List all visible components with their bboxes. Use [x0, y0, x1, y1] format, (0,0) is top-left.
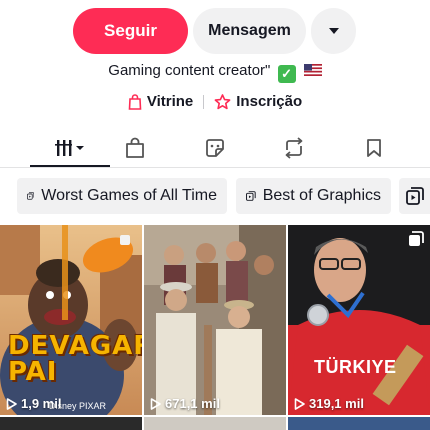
- active-tab-indicator: [30, 165, 110, 167]
- playlists-row: Worst Games of All Time Best of Graphics: [0, 178, 430, 214]
- follow-button[interactable]: Seguir: [73, 8, 188, 54]
- playlist-icon: [246, 191, 256, 201]
- video-thumbnail-partial[interactable]: [0, 417, 142, 430]
- playlist-icon: [406, 187, 424, 205]
- more-button[interactable]: [311, 8, 356, 54]
- subscription-link[interactable]: Inscrição: [214, 93, 302, 110]
- overlay-title-text: DEVAGAR PAI: [8, 331, 142, 387]
- grid-icon: [55, 140, 84, 156]
- play-outline-icon: [6, 397, 17, 410]
- photo-carousel-icon: [409, 231, 424, 246]
- view-count: 319,1 mil: [294, 396, 364, 411]
- tab-saved[interactable]: [344, 130, 404, 166]
- playlist-label: Worst Games of All Time: [41, 187, 217, 204]
- video-thumbnail[interactable]: DEVAGAR PAI Disney PIXAR 1,9 mil: [0, 225, 142, 415]
- video-thumbnail-partial[interactable]: [288, 417, 430, 430]
- video-thumbnail[interactable]: 671,1 mil: [144, 225, 286, 415]
- showcase-label: Vitrine: [146, 93, 194, 110]
- bookmark-icon: [367, 139, 381, 157]
- playlist-chip[interactable]: Worst Games of All Time: [17, 178, 227, 214]
- profile-links: Vitrine Inscrição: [0, 93, 430, 110]
- play-outline-icon: [150, 397, 161, 410]
- star-badge-icon: [214, 93, 231, 109]
- video-overlay-title: DEVAGAR PAI: [8, 333, 142, 385]
- view-count-text: 319,1 mil: [309, 396, 364, 411]
- tab-videos[interactable]: [30, 130, 110, 166]
- video-thumbnail-partial[interactable]: [144, 417, 286, 430]
- tab-reposts[interactable]: [264, 130, 324, 166]
- repost-icon: [285, 137, 303, 159]
- sticker-icon: [206, 139, 224, 157]
- us-flag-icon: [303, 64, 322, 76]
- subscription-label: Inscrição: [236, 93, 303, 110]
- playlist-label: Best of Graphics: [262, 187, 381, 204]
- play-outline-icon: [294, 397, 305, 410]
- video-thumbnail[interactable]: TÜRKIYE 319,1 mil: [288, 225, 430, 415]
- message-button[interactable]: Mensagem: [193, 8, 306, 54]
- profile-actions: Seguir Mensagem: [0, 8, 430, 54]
- playlist-icon: [27, 192, 35, 200]
- video-grid: DEVAGAR PAI Disney PIXAR 1,9 mil 671,1 m…: [0, 225, 430, 430]
- view-count: 671,1 mil: [150, 396, 220, 411]
- tab-shop[interactable]: [105, 130, 165, 166]
- playlist-chip[interactable]: [399, 178, 430, 214]
- profile-tabs: [0, 130, 430, 168]
- caret-down-icon: [328, 28, 339, 34]
- jersey-text: TÜRKIYE: [314, 357, 397, 377]
- tab-stickers[interactable]: [185, 130, 245, 166]
- playlist-chip[interactable]: Best of Graphics: [236, 178, 391, 214]
- profile-bio: Gaming content creator" ✓: [0, 62, 430, 83]
- links-divider: [203, 94, 205, 109]
- check-icon: ✓: [277, 65, 296, 83]
- view-count: 1,9 mil: [6, 396, 61, 411]
- group-photo-thumbnail-image: [144, 225, 286, 415]
- bag-icon: [126, 137, 144, 158]
- showcase-link[interactable]: Vitrine: [128, 93, 193, 110]
- view-count-text: 671,1 mil: [165, 396, 220, 411]
- athlete-photo-thumbnail-image: [288, 225, 430, 415]
- bio-text: Gaming content creator": [108, 62, 271, 79]
- shopping-bag-icon: [128, 93, 142, 110]
- view-count-text: 1,9 mil: [21, 396, 62, 411]
